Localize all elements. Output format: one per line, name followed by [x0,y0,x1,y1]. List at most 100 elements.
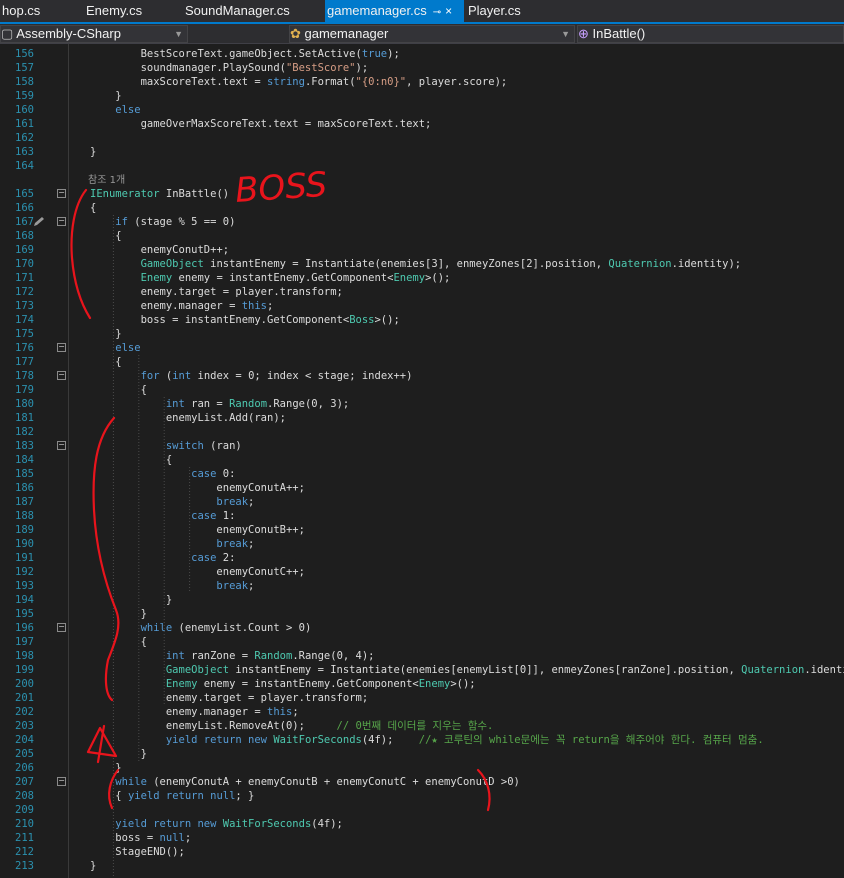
collapse-toggle-icon[interactable]: − [57,623,66,632]
project-dropdown[interactable]: ▢ Assembly-CSharp ▼ [0,25,188,43]
code-token: { [90,230,122,242]
code-text: enemyConutC++; [90,565,305,579]
document-tab-bar: hop.cs Enemy.cs SoundManager.cs gamemanager… [0,0,844,22]
code-token: >(); [374,314,400,326]
code-line: 208 { yield return null; } [0,789,844,803]
close-icon[interactable]: × [445,4,452,18]
tab-enemy-cs[interactable]: Enemy.cs [84,0,166,22]
code-line: 200 Enemy enemy = instantEnemy.GetCompon… [0,677,844,691]
code-text: for (int index = 0; index < stage; index… [90,369,413,383]
code-line: 174 boss = instantEnemy.GetComponent<Bos… [0,313,844,327]
code-token: 1: [216,510,236,522]
member-dropdown[interactable]: ⊕ InBattle() [577,25,844,43]
code-line: 164 [0,159,844,173]
code-editor[interactable]: 156 BestScoreText.gameObject.SetActive(t… [0,44,844,878]
line-number: 204 [15,734,34,746]
code-text: maxScoreText.text = string.Format("{0:n0… [90,75,508,89]
code-text: int ran = Random.Range(0, 3); [90,397,349,411]
code-line: 156 BestScoreText.gameObject.SetActive(t… [0,47,844,61]
code-line: 179 { [0,383,844,397]
code-token: } [90,748,147,760]
tab-gamemanager-cs[interactable]: gamemanager.cs ⊸ × [325,0,464,22]
code-token: (stage % 5 == 0) [127,216,236,228]
code-line: 158 maxScoreText.text = string.Format("{… [0,75,844,89]
collapse-toggle-icon[interactable]: − [57,441,66,450]
code-line: 188 case 1: [0,509,844,523]
codelens-reference[interactable]: 참조 1개 [88,173,125,188]
code-text: { [90,453,172,467]
code-token: { [90,384,147,396]
line-number: 174 [15,314,34,326]
line-number: 206 [15,762,34,774]
line-number: 196 [15,622,34,634]
code-line: 166 { [0,201,844,215]
code-text: } [90,89,122,103]
tab-player-cs[interactable]: Player.cs [466,0,548,22]
code-token: InBattle() [159,188,230,200]
line-number: 168 [15,230,34,242]
collapse-toggle-icon[interactable]: − [57,189,66,198]
code-token: .identity); [671,258,742,270]
code-token: ranZone = [184,650,255,662]
reference-count-row: 참조 1개 [0,173,844,187]
code-text: case 2: [90,551,235,565]
code-line: 205 } [0,747,844,761]
code-text: enemy.target = player.transform; [90,691,368,705]
line-number: 175 [15,328,34,340]
line-number: 161 [15,118,34,130]
line-number: 164 [15,160,34,172]
class-dropdown[interactable]: ✿ gamemanager ▼ [289,25,575,43]
code-token: null [159,832,185,844]
code-token: { [90,454,173,466]
code-line: 184 { [0,453,844,467]
pencil-icon[interactable] [32,216,46,228]
code-token: .identity); [804,664,844,676]
collapse-toggle-icon[interactable]: − [57,371,66,380]
code-token: while [90,776,147,788]
pin-icon[interactable]: ⊸ [433,7,441,18]
code-text: enemyList.RemoveAt(0); // 0번째 데이터를 지우는 함… [90,719,494,733]
code-token: } [90,594,173,606]
collapse-toggle-icon[interactable]: − [57,217,66,226]
line-number: 186 [15,482,34,494]
code-token: , player.score); [406,76,508,88]
code-text: while (enemyList.Count > 0) [90,621,312,635]
collapse-toggle-icon[interactable]: − [57,777,66,786]
code-token: enemy = instantEnemy.GetComponent< [197,678,419,690]
code-token: enemyConutD++; [90,244,230,256]
code-token: } [90,90,122,102]
code-text: boss = null; [90,831,191,845]
code-token: ; [248,496,255,508]
code-text: boss = instantEnemy.GetComponent<Boss>()… [90,313,400,327]
line-number: 188 [15,510,34,522]
line-number: 157 [15,62,34,74]
code-token: enemy.target = player.transform; [90,286,343,298]
code-token: instantEnemy = Instantiate(enemies[3], e… [203,258,609,270]
line-number: 158 [15,76,34,88]
line-number: 212 [15,846,34,858]
code-text: yield return new WaitForSeconds(4f); [90,817,343,831]
tab-hop-cs[interactable]: hop.cs [0,0,46,22]
code-token: enemyList.Add(ran); [90,412,286,424]
code-token: maxScoreText.text = [90,76,268,88]
code-line: 192 enemyConutC++; [0,565,844,579]
code-line: 190 break; [0,537,844,551]
tab-label: Enemy.cs [86,3,143,18]
code-text: switch (ran) [90,439,242,453]
code-text: break; [90,579,254,593]
code-text: case 0: [90,467,235,481]
code-line: 163} [0,145,844,159]
code-line: 206 } [0,761,844,775]
code-line: 212 StageEND(); [0,845,844,859]
tab-soundmanager-cs[interactable]: SoundManager.cs [183,0,325,22]
code-token: { [90,790,128,802]
code-text: soundmanager.PlaySound("BestScore"); [90,61,369,75]
line-number: 213 [15,860,34,872]
collapse-toggle-icon[interactable]: − [57,343,66,352]
code-token: (enemyList.Count > 0) [172,622,312,634]
code-line: 203 enemyList.RemoveAt(0); // 0번째 데이터를 지… [0,719,844,733]
code-line: 165 − IEnumerator InBattle() [0,187,844,201]
line-number: 182 [15,426,34,438]
code-token: } [90,762,122,774]
line-number: 198 [15,650,34,662]
